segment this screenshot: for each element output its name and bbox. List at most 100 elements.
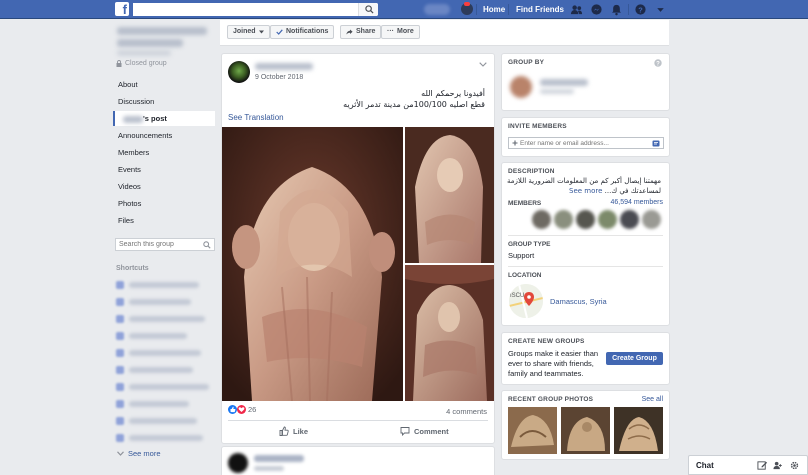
shortcut-item[interactable] [116, 314, 205, 323]
friend-requests-icon[interactable] [570, 3, 583, 16]
reactions-summary[interactable]: 26 [228, 405, 256, 414]
chat-bar[interactable]: Chat [688, 455, 808, 475]
group-search[interactable] [115, 238, 215, 251]
group-admin-name[interactable] [540, 79, 588, 86]
global-search[interactable] [133, 3, 378, 16]
invite-field[interactable] [508, 137, 664, 149]
shortcut-item[interactable] [116, 331, 187, 340]
shortcut-item[interactable] [116, 416, 197, 425]
profile-avatar[interactable] [461, 2, 473, 15]
post-photo-top-right[interactable] [405, 127, 494, 263]
see-all-photos-link[interactable]: See all [642, 396, 663, 403]
notifications-button[interactable]: Notifications [270, 25, 335, 39]
shortcut-label [129, 315, 205, 322]
compose-icon[interactable] [757, 460, 768, 471]
recent-photo[interactable] [508, 407, 557, 454]
member-avatar[interactable] [598, 210, 617, 229]
post-text: أفيدونا يرحمكم الله قطع اصليه 100/100من … [245, 88, 485, 110]
shortcut-item[interactable] [116, 382, 209, 391]
global-search-input[interactable] [133, 3, 353, 16]
joined-button[interactable]: Joined [227, 25, 270, 39]
see-more-shortcuts[interactable]: See more [117, 449, 161, 458]
svg-text:?: ? [638, 5, 643, 14]
post-options-icon[interactable] [479, 62, 487, 67]
member-avatar[interactable] [532, 210, 551, 229]
shortcut-label [129, 349, 201, 356]
notifications-icon[interactable] [610, 3, 623, 16]
group-name[interactable] [117, 39, 183, 47]
sidebar-item-files[interactable]: Files [113, 213, 215, 228]
post-author-avatar[interactable] [228, 61, 250, 83]
shortcut-item[interactable] [116, 399, 189, 408]
search-button[interactable] [358, 3, 378, 16]
location-map-thumbnail[interactable]: ISCU [509, 284, 543, 318]
recent-photo[interactable] [614, 407, 663, 454]
help-icon[interactable]: ? [654, 59, 662, 67]
sidebar-item-discussion[interactable]: Discussion [113, 94, 215, 109]
help-icon[interactable]: ? [634, 3, 647, 16]
recent-photo[interactable] [561, 407, 610, 454]
shortcut-item[interactable] [116, 280, 199, 289]
shortcut-item[interactable] [116, 348, 201, 357]
group-search-input[interactable] [116, 239, 200, 250]
member-avatar[interactable] [576, 210, 595, 229]
like-button[interactable]: Like [279, 426, 308, 436]
shortcut-label [129, 366, 193, 373]
sidebar-item-announcements[interactable]: Announcements [113, 128, 215, 143]
shortcut-icon [116, 314, 124, 323]
location-link[interactable]: Damascus, Syria [550, 297, 607, 306]
divider [508, 266, 663, 267]
sidebar-item-photos[interactable]: Photos [113, 196, 215, 211]
shortcut-item[interactable] [116, 297, 191, 306]
more-button[interactable]: ··· More [381, 25, 420, 39]
post-photo-bottom-right[interactable] [405, 265, 494, 401]
sidebar-item-videos[interactable]: Videos [113, 179, 215, 194]
shortcut-item[interactable] [116, 433, 203, 442]
notifications-label: Notifications [286, 28, 329, 35]
home-link[interactable]: Home [483, 5, 505, 14]
share-label: Share [356, 28, 376, 35]
see-translation-link[interactable]: See Translation [228, 113, 284, 122]
next-post-author[interactable] [254, 455, 304, 462]
members-count-link[interactable]: 46,594 members [610, 199, 663, 206]
rock-photo [614, 407, 663, 454]
member-avatar[interactable] [554, 210, 573, 229]
share-button[interactable]: Share [340, 25, 382, 39]
invite-input[interactable] [518, 138, 656, 148]
map-label: ISCU [510, 293, 524, 299]
group-cover-thumbnail[interactable] [117, 27, 207, 35]
shortcut-label [129, 417, 197, 424]
group-admin-avatar[interactable] [510, 76, 532, 98]
shortcut-icon [116, 416, 124, 425]
address-book-icon[interactable] [652, 140, 660, 147]
sidebar-item-members[interactable]: Members [113, 145, 215, 160]
description-line-1: مهمتنا إيصال أكبر كم من المعلومات الضرور… [507, 177, 661, 185]
gear-icon[interactable] [789, 460, 800, 471]
member-avatar[interactable] [642, 210, 661, 229]
profile-name-link[interactable] [424, 4, 450, 15]
create-group-button[interactable]: Create Group [606, 352, 663, 365]
post-photo-main[interactable] [222, 127, 403, 401]
comment-button[interactable]: Comment [400, 426, 449, 436]
sidebar-item-events[interactable]: Events [113, 162, 215, 177]
member-avatar[interactable] [620, 210, 639, 229]
sidebar-item-about[interactable]: About [113, 77, 215, 92]
find-friends-link[interactable]: Find Friends [516, 5, 564, 14]
group-name-line-2 [117, 50, 171, 56]
post-date[interactable]: 9 October 2018 [255, 74, 303, 81]
search-icon[interactable] [203, 241, 211, 249]
facebook-logo[interactable]: f [115, 2, 129, 16]
description-see-more[interactable]: See more [569, 187, 602, 195]
account-menu-icon[interactable] [654, 3, 667, 16]
share-icon [346, 29, 353, 35]
group-type-value: Support [508, 251, 535, 260]
group-chat-icon[interactable] [773, 460, 784, 471]
comments-count[interactable]: 4 comments [446, 407, 487, 416]
sidebar-item-post[interactable]: 's post [113, 111, 215, 126]
shortcut-item[interactable] [116, 365, 193, 374]
messenger-icon[interactable] [590, 3, 603, 16]
post-author-name[interactable] [255, 63, 313, 70]
next-post-avatar[interactable] [228, 453, 248, 473]
invite-members-card: INVITE MEMBERS [501, 117, 670, 157]
closed-group-text: Closed group [125, 60, 167, 67]
